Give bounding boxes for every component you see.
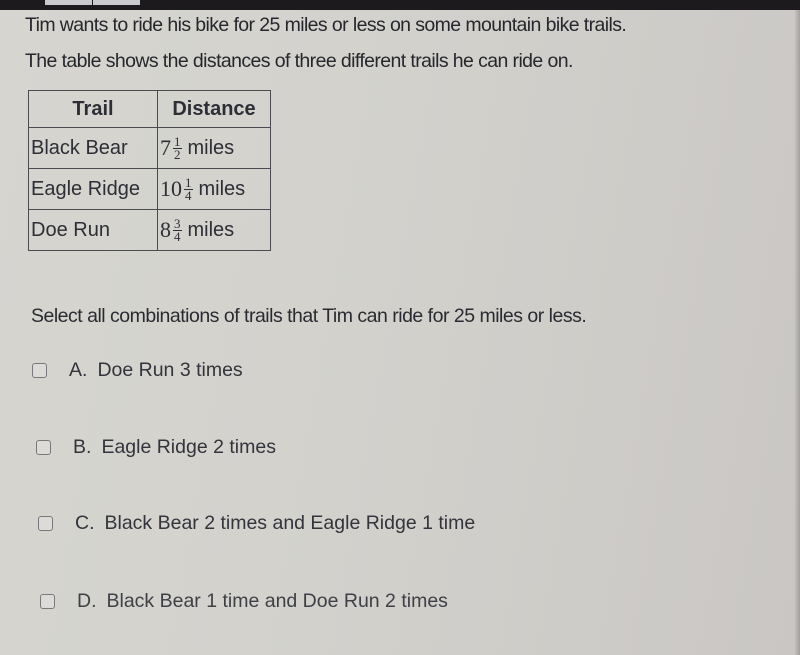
question-prompt-line-2: The table shows the distances of three d… [25, 50, 573, 72]
option-letter: B. [73, 436, 92, 458]
checkbox-option-d[interactable] [40, 594, 55, 609]
option-letter: C. [75, 512, 95, 534]
denominator: 2 [174, 146, 181, 162]
option-a[interactable]: A. Doe Run 3 times [32, 359, 243, 382]
unit-label: miles [187, 136, 235, 159]
checkbox-option-a[interactable] [32, 363, 47, 378]
unit-label: miles [198, 177, 246, 200]
whole-part: 8 [160, 217, 171, 242]
mixed-number: 10 1 4 miles [160, 176, 245, 202]
fraction: 3 4 [173, 217, 182, 244]
top-bar-tab[interactable] [93, 0, 140, 5]
mixed-number: 7 1 2 miles [160, 135, 234, 161]
fraction: 1 4 [184, 176, 193, 203]
column-header-distance: Distance [157, 90, 271, 128]
trail-name-cell: Black Bear [28, 127, 158, 169]
top-bar-tab[interactable] [45, 0, 92, 5]
window-top-bar [0, 0, 800, 10]
table-header-row: Trail Distance [28, 90, 271, 128]
whole-part: 10 [160, 176, 182, 201]
trail-name-cell: Doe Run [28, 209, 158, 251]
option-c[interactable]: C. Black Bear 2 times and Eagle Ridge 1 … [38, 512, 475, 535]
option-text[interactable]: Black Bear 2 times and Eagle Ridge 1 tim… [105, 512, 476, 535]
distance-cell: 10 1 4 miles [157, 168, 271, 210]
trail-name-cell: Eagle Ridge [28, 168, 158, 210]
option-text[interactable]: Doe Run 3 times [97, 359, 242, 382]
denominator: 4 [174, 228, 181, 244]
column-header-trail: Trail [28, 90, 158, 128]
table-row: Doe Run 8 3 4 miles [28, 209, 271, 251]
screen-edge-shadow [794, 10, 800, 655]
unit-label: miles [187, 218, 235, 241]
option-text[interactable]: Eagle Ridge 2 times [101, 436, 276, 459]
option-letter: D. [77, 590, 97, 612]
trail-distance-table: Trail Distance Black Bear 7 1 2 miles Ea… [28, 90, 271, 251]
option-d[interactable]: D. Black Bear 1 time and Doe Run 2 times [40, 590, 448, 613]
distance-cell: 8 3 4 miles [157, 209, 271, 251]
question-prompt-line-1: Tim wants to ride his bike for 25 miles … [25, 14, 627, 36]
denominator: 4 [185, 187, 192, 203]
question-instruction: Select all combinations of trails that T… [31, 305, 587, 327]
option-letter: A. [69, 359, 88, 381]
table-row: Black Bear 7 1 2 miles [28, 127, 271, 169]
fraction: 1 2 [173, 135, 182, 162]
mixed-number: 8 3 4 miles [160, 217, 234, 243]
option-text[interactable]: Black Bear 1 time and Doe Run 2 times [107, 590, 448, 613]
distance-cell: 7 1 2 miles [157, 127, 271, 169]
checkbox-option-c[interactable] [38, 516, 53, 531]
table-row: Eagle Ridge 10 1 4 miles [28, 168, 271, 210]
option-b[interactable]: B. Eagle Ridge 2 times [36, 436, 276, 459]
checkbox-option-b[interactable] [36, 440, 51, 455]
whole-part: 7 [160, 135, 171, 160]
